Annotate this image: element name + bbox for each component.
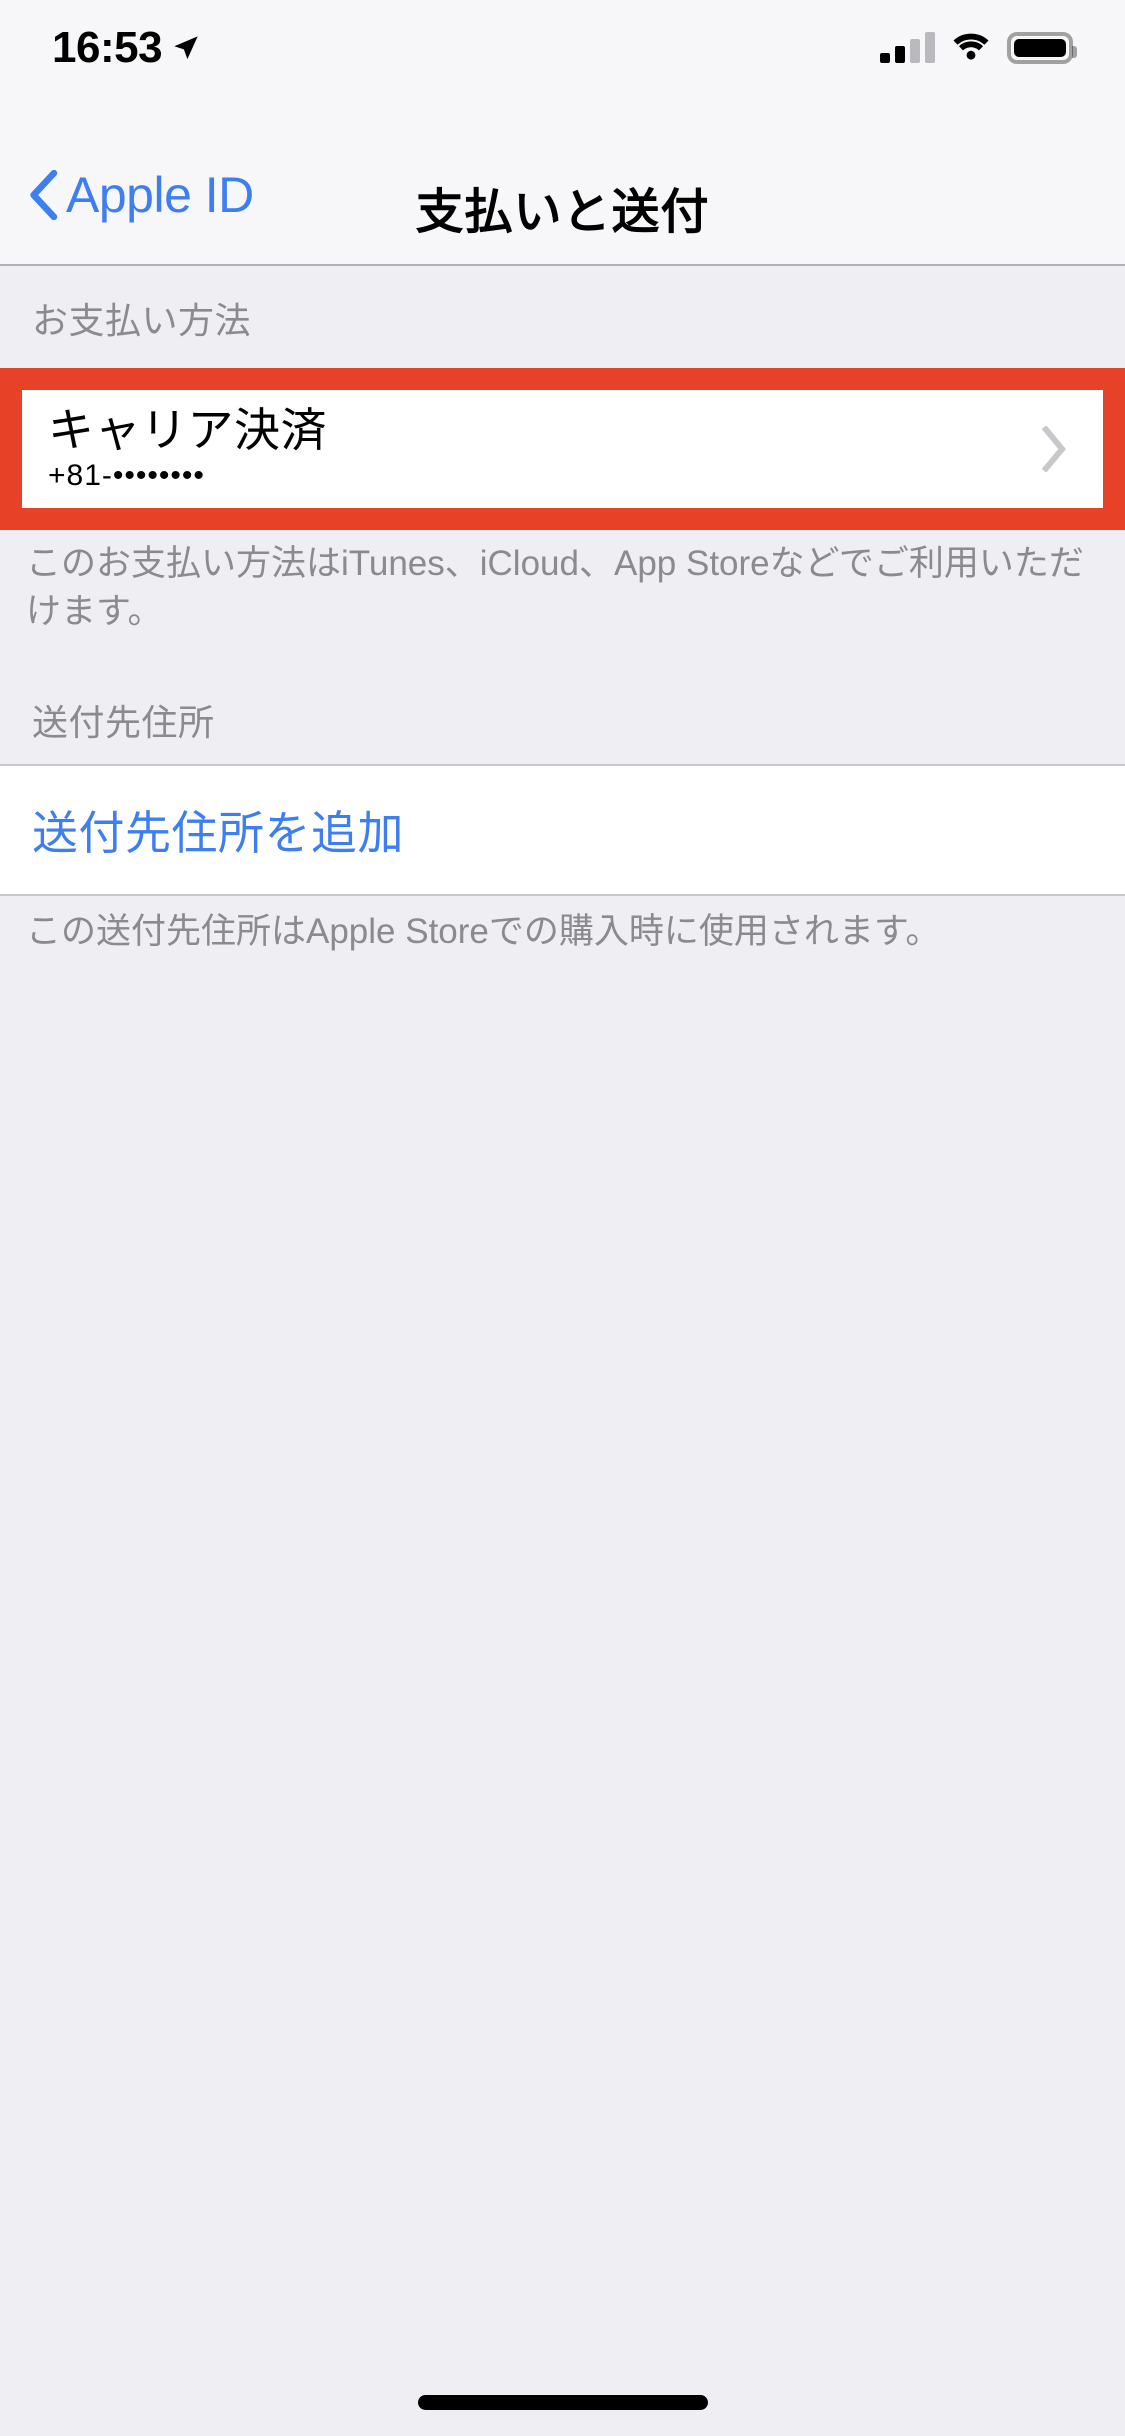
payment-method-title: キャリア決済 [48,404,327,457]
add-shipping-address-row[interactable]: 送付先住所を追加 [0,764,1125,896]
battery-full-icon [1007,32,1077,64]
payment-method-subtitle: +81-•••••••• [48,459,205,493]
payment-method-section-header: お支払い方法 [32,300,252,341]
status-bar-left: 16:53 [52,26,200,70]
payment-method-highlight-box: キャリア決済 +81-•••••••• [0,368,1125,530]
wifi-icon [951,31,991,66]
shipping-address-footer-note: この送付先住所はApple Storeでの購入時に使用されます。 [26,912,941,951]
page-title: 支払いと送付 [415,186,710,239]
chevron-right-icon [1041,426,1079,472]
cellular-signal-icon [880,32,935,63]
add-shipping-address-label: 送付先住所を追加 [32,807,404,859]
navigation-bar: Apple ID 支払いと送付 [0,90,1125,266]
shipping-address-section-header: 送付先住所 [32,702,215,743]
status-bar-clock: 16:53 [52,23,163,72]
payment-method-footer-note: このお支払い方法はiTunes、iCloud、App Storeなどでご利用いた… [26,544,1084,632]
home-indicator[interactable] [417,2395,708,2410]
location-arrow-icon [172,34,200,62]
status-bar-right [880,31,1077,66]
payment-method-row[interactable]: キャリア決済 +81-•••••••• [22,390,1103,508]
payment-method-row-text: キャリア決済 +81-•••••••• [48,406,327,492]
iphone-screen: 16:53 Apple ID 支払いと送付 お支払い方法 キャリア決済 +81-… [0,0,1125,2436]
status-bar: 16:53 [0,0,1125,90]
